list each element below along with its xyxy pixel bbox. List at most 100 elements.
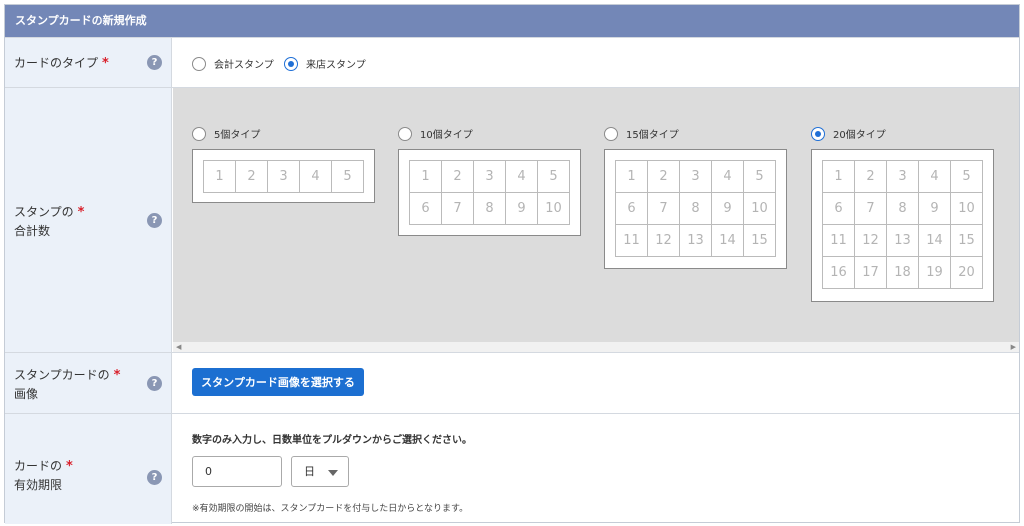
scroll-right-icon[interactable]: ▶ xyxy=(1011,342,1016,352)
stamp-type-option-label: 10個タイプ xyxy=(420,130,473,141)
stamp-card-preview: 1 2 3 4 5 6 7 8 9 10 xyxy=(398,149,581,236)
expiry-unit-select[interactable]: 日 xyxy=(291,456,349,487)
stamp-cell: 6 xyxy=(410,193,442,225)
stamp-cell: 10 xyxy=(744,193,776,225)
card-type-radio-2[interactable]: 来店スタンプ xyxy=(284,56,366,71)
expiry-number-input[interactable]: 0 xyxy=(192,456,282,487)
stamp-cell: 2 xyxy=(236,161,268,193)
stamp-card-preview: 12345 xyxy=(192,149,375,203)
expiry-instruction: 数字のみ入力し、日数単位をプルダウンからご選択ください。 xyxy=(192,435,472,446)
stamp-cell: 13 xyxy=(680,225,712,257)
stamp-cell: 7 xyxy=(648,193,680,225)
stamp-type-option-label: 15個タイプ xyxy=(626,130,679,141)
required-mark: * xyxy=(77,205,85,220)
stamp-type-radio-1[interactable]: 5個タイプ xyxy=(192,126,260,141)
stamp-total-label-line1: スタンプの xyxy=(14,205,74,219)
stamp-cell: 12 xyxy=(648,225,680,257)
stamp-cell: 6 xyxy=(823,193,855,225)
stamp-card-preview: 1 2 3 4 5 6 7 8 9 10 11 12 13 14 15 xyxy=(604,149,787,269)
required-mark: * xyxy=(113,368,121,383)
stamp-cell: 2 xyxy=(648,161,680,193)
stamp-cell: 16 xyxy=(823,257,855,289)
stamp-type-radio-2[interactable]: 10個タイプ xyxy=(398,126,473,141)
stamp-cell: 20 xyxy=(951,257,983,289)
stamp-grid: 1 2 3 4 5 6 7 8 9 10 11 12 13 14 15 xyxy=(615,160,776,257)
stamp-total-label-line2: 合計数 xyxy=(14,224,51,238)
stamp-type-option-label: 5個タイプ xyxy=(214,130,261,141)
stamp-cell: 15 xyxy=(744,225,776,257)
stamp-cell: 11 xyxy=(616,225,648,257)
form-header: スタンプカードの新規作成 xyxy=(5,5,1019,37)
card-type-option-label: 会計スタンプ xyxy=(214,60,274,71)
stamp-total-label-cell: スタンプの * 合計数 ? xyxy=(5,88,172,352)
stamp-cell: 13 xyxy=(887,225,919,257)
stamp-cell: 2 xyxy=(442,161,474,193)
stamp-image-label-line2: 画像 xyxy=(14,387,39,401)
stamp-cell: 3 xyxy=(887,161,919,193)
stamp-cell: 7 xyxy=(855,193,887,225)
stamp-cell: 8 xyxy=(474,193,506,225)
radio-checked-icon xyxy=(284,56,298,71)
stamp-cell: 1 xyxy=(410,161,442,193)
required-mark: * xyxy=(102,56,109,71)
card-type-option-label: 来店スタンプ xyxy=(306,60,366,71)
expiry-unit-value: 日 xyxy=(304,465,315,478)
expiry-row: カードの * 有効期限 ? 数字のみ入力し、日数単位をプルダウンからご選択ください… xyxy=(5,413,1019,524)
expiry-note: ※有効期限の開始は、スタンプカードを付与した日からとなります。 xyxy=(192,504,469,514)
stamp-type-radio-4[interactable]: 20個タイプ xyxy=(811,126,886,141)
radio-unchecked-icon xyxy=(192,56,206,71)
stamp-cell: 4 xyxy=(919,161,951,193)
stamp-cell: 5 xyxy=(744,161,776,193)
card-type-label: カードのタイプ xyxy=(14,56,99,70)
help-icon[interactable]: ? xyxy=(147,376,162,391)
stamp-type-scroll-area[interactable]: 5個タイプ 1 2 3 4 5 10個タイプ 1 2 3 4 5 6 7 8 9 10 15個タイプ 1 2 3 4 5 6 7… xyxy=(173,88,1019,342)
stamp-card-form: スタンプカードの新規作成 カードのタイプ * ? 会計スタンプ 来店スタンプ スタン… xyxy=(4,4,1020,524)
expiry-label-cell: カードの * 有効期限 ? xyxy=(5,414,172,524)
stamp-cell: 3 xyxy=(268,161,300,193)
stamp-type-option-label: 20個タイプ xyxy=(833,130,886,141)
help-icon[interactable]: ? xyxy=(147,470,162,485)
stamp-cell: 10 xyxy=(538,193,570,225)
scroll-left-icon[interactable]: ◀ xyxy=(176,342,181,352)
stamp-image-row: スタンプカードの * 画像 ? スタンプカード画像を選択する xyxy=(5,352,1019,413)
stamp-cell: 9 xyxy=(506,193,538,225)
select-stamp-image-button[interactable]: スタンプカード画像を選択する xyxy=(192,368,364,396)
stamp-image-label-line1: スタンプカードの xyxy=(14,368,110,382)
chevron-down-icon xyxy=(328,470,338,476)
stamp-cell: 17 xyxy=(855,257,887,289)
stamp-cell: 1 xyxy=(204,161,236,193)
horizontal-scrollbar[interactable]: ◀ ▶ xyxy=(173,342,1019,352)
stamp-cell: 2 xyxy=(855,161,887,193)
stamp-cell: 19 xyxy=(919,257,951,289)
stamp-cell: 5 xyxy=(538,161,570,193)
stamp-cell: 1 xyxy=(616,161,648,193)
stamp-cell: 10 xyxy=(951,193,983,225)
stamp-cell: 3 xyxy=(680,161,712,193)
card-type-radio-1[interactable]: 会計スタンプ xyxy=(192,56,274,71)
stamp-cell: 15 xyxy=(951,225,983,257)
stamp-cell: 6 xyxy=(616,193,648,225)
stamp-total-row: スタンプの * 合計数 ? 5個タイプ 1 2 3 4 5 10個タイプ 1 2 3 4 5 6 7 8 9 10… xyxy=(5,87,1019,352)
expiry-label-line1: カードの xyxy=(14,459,63,473)
help-icon[interactable]: ? xyxy=(147,55,162,70)
stamp-cell: 8 xyxy=(680,193,712,225)
stamp-cell: 1 xyxy=(823,161,855,193)
stamp-cell: 18 xyxy=(887,257,919,289)
stamp-cell: 5 xyxy=(951,161,983,193)
stamp-cell: 12 xyxy=(855,225,887,257)
help-icon[interactable]: ? xyxy=(147,213,162,228)
card-type-row: カードのタイプ * ? 会計スタンプ 来店スタンプ xyxy=(5,37,1019,87)
stamp-cell: 4 xyxy=(712,161,744,193)
stamp-grid: 1 2 3 4 5 6 7 8 9 10 xyxy=(409,160,570,225)
stamp-card-preview: 1 2 3 4 5 6 7 8 9 10 11 12 13 14 15 16 17 18 19 20 xyxy=(811,149,994,302)
stamp-type-radio-3[interactable]: 15個タイプ xyxy=(604,126,679,141)
stamp-cell: 11 xyxy=(823,225,855,257)
stamp-cell: 4 xyxy=(300,161,332,193)
card-type-label-cell: カードのタイプ * ? xyxy=(5,38,172,87)
stamp-cell: 9 xyxy=(712,193,744,225)
stamp-cell: 4 xyxy=(506,161,538,193)
stamp-cell: 14 xyxy=(919,225,951,257)
radio-unchecked-icon xyxy=(604,126,618,141)
stamp-cell: 5 xyxy=(332,161,364,193)
stamp-cell: 8 xyxy=(887,193,919,225)
